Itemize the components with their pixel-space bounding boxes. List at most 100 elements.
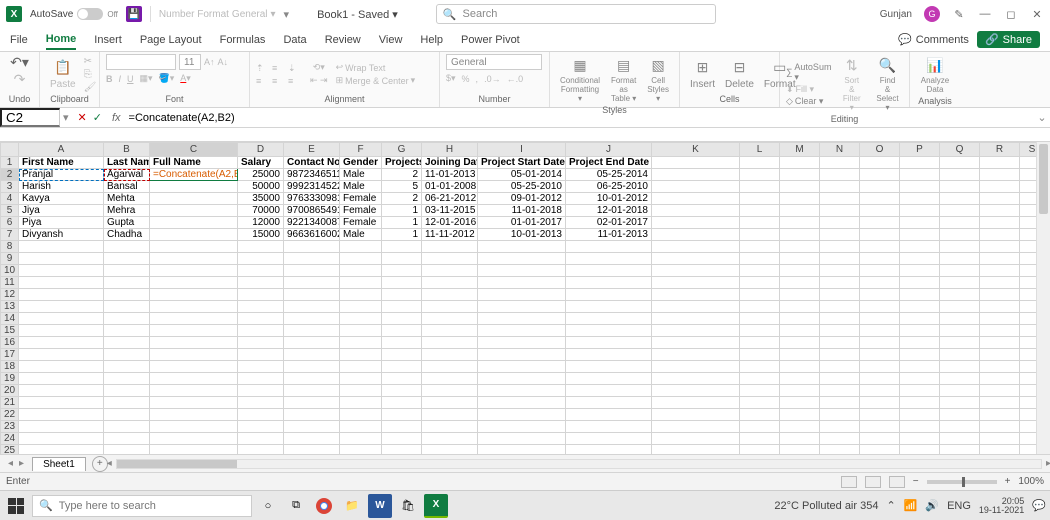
- cell-H16[interactable]: [422, 337, 478, 349]
- cell-K14[interactable]: [652, 313, 740, 325]
- cell-A6[interactable]: Piya: [19, 217, 104, 229]
- cell-M2[interactable]: [780, 169, 820, 181]
- cell-N19[interactable]: [820, 373, 860, 385]
- cell-F15[interactable]: [340, 325, 382, 337]
- cell-P1[interactable]: [900, 157, 940, 169]
- cell-K22[interactable]: [652, 409, 740, 421]
- cell-N6[interactable]: [820, 217, 860, 229]
- italic-icon[interactable]: I: [119, 74, 122, 84]
- cell-B22[interactable]: [104, 409, 150, 421]
- cell-I1[interactable]: Project Start Date: [478, 157, 566, 169]
- cell-O23[interactable]: [860, 421, 900, 433]
- cell-O24[interactable]: [860, 433, 900, 445]
- row-header-7[interactable]: 7: [1, 229, 19, 241]
- cell-N10[interactable]: [820, 265, 860, 277]
- cell-D8[interactable]: [238, 241, 284, 253]
- cell-B11[interactable]: [104, 277, 150, 289]
- start-button[interactable]: [4, 494, 28, 518]
- cell-R1[interactable]: [980, 157, 1020, 169]
- cell-O17[interactable]: [860, 349, 900, 361]
- cell-J16[interactable]: [566, 337, 652, 349]
- cell-G13[interactable]: [382, 301, 422, 313]
- cell-H4[interactable]: 06-21-2012: [422, 193, 478, 205]
- cell-G9[interactable]: [382, 253, 422, 265]
- cell-Q19[interactable]: [940, 373, 980, 385]
- cell-P17[interactable]: [900, 349, 940, 361]
- cell-K18[interactable]: [652, 361, 740, 373]
- tab-review[interactable]: Review: [325, 31, 361, 49]
- cell-I25[interactable]: [478, 445, 566, 455]
- col-header-R[interactable]: R: [980, 143, 1020, 157]
- row-header-25[interactable]: 25: [1, 445, 19, 455]
- cell-E12[interactable]: [284, 289, 340, 301]
- cell-B16[interactable]: [104, 337, 150, 349]
- cell-I19[interactable]: [478, 373, 566, 385]
- wrap-text-button[interactable]: ↩ Wrap Text: [336, 62, 416, 73]
- cell-E16[interactable]: [284, 337, 340, 349]
- cell-I10[interactable]: [478, 265, 566, 277]
- cell-R18[interactable]: [980, 361, 1020, 373]
- cell-E15[interactable]: [284, 325, 340, 337]
- col-header-F[interactable]: F: [340, 143, 382, 157]
- cell-A11[interactable]: [19, 277, 104, 289]
- cell-I21[interactable]: [478, 397, 566, 409]
- namebox-dropdown-icon[interactable]: ▾: [60, 111, 72, 124]
- cell-E8[interactable]: [284, 241, 340, 253]
- cell-A9[interactable]: [19, 253, 104, 265]
- cell-Q4[interactable]: [940, 193, 980, 205]
- cell-I2[interactable]: 05-01-2014: [478, 169, 566, 181]
- cell-F21[interactable]: [340, 397, 382, 409]
- cell-H7[interactable]: 11-11-2012: [422, 229, 478, 241]
- cell-L23[interactable]: [740, 421, 780, 433]
- row-header-22[interactable]: 22: [1, 409, 19, 421]
- align-top-icon[interactable]: ⇡: [256, 63, 270, 74]
- cell-A8[interactable]: [19, 241, 104, 253]
- cell-M19[interactable]: [780, 373, 820, 385]
- cell-Q24[interactable]: [940, 433, 980, 445]
- hscroll-thumb[interactable]: [117, 460, 237, 468]
- cell-A15[interactable]: [19, 325, 104, 337]
- cell-A7[interactable]: Divyansh: [19, 229, 104, 241]
- cell-E5[interactable]: 9700865491: [284, 205, 340, 217]
- cell-R25[interactable]: [980, 445, 1020, 455]
- cell-A16[interactable]: [19, 337, 104, 349]
- cell-M1[interactable]: [780, 157, 820, 169]
- cell-M24[interactable]: [780, 433, 820, 445]
- cell-R3[interactable]: [980, 181, 1020, 193]
- cell-F22[interactable]: [340, 409, 382, 421]
- cell-Q15[interactable]: [940, 325, 980, 337]
- cell-H18[interactable]: [422, 361, 478, 373]
- cell-O1[interactable]: [860, 157, 900, 169]
- cell-P21[interactable]: [900, 397, 940, 409]
- cell-Q1[interactable]: [940, 157, 980, 169]
- cell-I13[interactable]: [478, 301, 566, 313]
- cell-N16[interactable]: [820, 337, 860, 349]
- taskbar-search[interactable]: 🔍 Type here to search: [32, 495, 252, 517]
- cell-G22[interactable]: [382, 409, 422, 421]
- cell-K21[interactable]: [652, 397, 740, 409]
- cell-B2[interactable]: Agarwal: [104, 169, 150, 181]
- cell-H19[interactable]: [422, 373, 478, 385]
- cell-B13[interactable]: [104, 301, 150, 313]
- format-as-table-button[interactable]: ▤Format as Table ▾: [606, 54, 641, 105]
- cell-K23[interactable]: [652, 421, 740, 433]
- cell-C5[interactable]: [150, 205, 238, 217]
- cell-D25[interactable]: [238, 445, 284, 455]
- cell-K15[interactable]: [652, 325, 740, 337]
- cell-A20[interactable]: [19, 385, 104, 397]
- cell-H23[interactable]: [422, 421, 478, 433]
- cell-L3[interactable]: [740, 181, 780, 193]
- cell-O18[interactable]: [860, 361, 900, 373]
- cell-M16[interactable]: [780, 337, 820, 349]
- cell-R16[interactable]: [980, 337, 1020, 349]
- cell-H25[interactable]: [422, 445, 478, 455]
- cell-H2[interactable]: 11-01-2013: [422, 169, 478, 181]
- cell-F24[interactable]: [340, 433, 382, 445]
- cell-B1[interactable]: Last Name: [104, 157, 150, 169]
- cell-P12[interactable]: [900, 289, 940, 301]
- cell-G11[interactable]: [382, 277, 422, 289]
- cell-O11[interactable]: [860, 277, 900, 289]
- cell-G16[interactable]: [382, 337, 422, 349]
- cell-L21[interactable]: [740, 397, 780, 409]
- cell-C6[interactable]: [150, 217, 238, 229]
